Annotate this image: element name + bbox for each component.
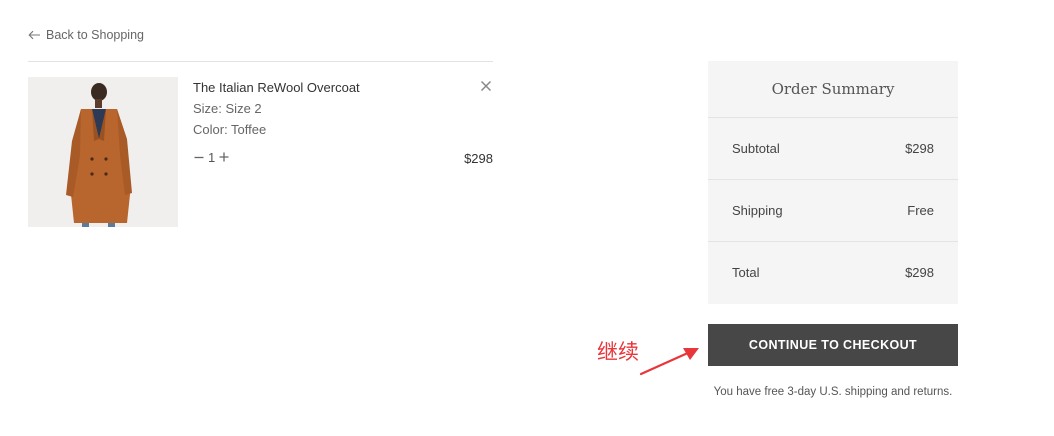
summary-row-shipping: Shipping Free xyxy=(708,180,958,242)
product-image[interactable] xyxy=(28,77,178,227)
back-to-shopping-link[interactable]: Back to Shopping xyxy=(28,27,144,43)
remove-item-button[interactable] xyxy=(479,79,493,93)
summary-row-subtotal: Subtotal $298 xyxy=(708,118,958,180)
quantity-value: 1 xyxy=(208,149,216,165)
annotation-arrow-icon xyxy=(639,348,699,376)
item-price: $298 xyxy=(464,151,493,166)
overcoat-photo-icon xyxy=(28,77,178,227)
total-label: Total xyxy=(732,265,760,280)
annotation-label: 继续 xyxy=(597,340,639,364)
free-shipping-note: You have free 3-day U.S. shipping and re… xyxy=(713,386,953,398)
summary-row-total: Total $298 xyxy=(708,242,958,303)
minus-icon xyxy=(194,156,204,159)
order-summary-title: Order Summary xyxy=(708,61,958,118)
item-color: Color: Toffee xyxy=(193,122,267,137)
close-icon xyxy=(480,80,492,92)
shipping-label: Shipping xyxy=(732,203,783,218)
continue-to-checkout-button[interactable]: CONTINUE TO CHECKOUT xyxy=(708,324,958,366)
shipping-value: Free xyxy=(907,203,934,218)
subtotal-label: Subtotal xyxy=(732,141,780,156)
item-name[interactable]: The Italian ReWool Overcoat xyxy=(193,80,360,95)
total-value: $298 xyxy=(905,265,934,280)
plus-icon xyxy=(219,152,229,162)
divider xyxy=(28,61,493,62)
quantity-stepper: 1 xyxy=(193,148,230,166)
subtotal-value: $298 xyxy=(905,141,934,156)
item-size: Size: Size 2 xyxy=(193,101,262,116)
back-link-label: Back to Shopping xyxy=(46,28,144,42)
order-summary: Order Summary Subtotal $298 Shipping Fre… xyxy=(708,61,958,304)
arrow-left-icon xyxy=(28,30,41,40)
decrease-quantity-button[interactable] xyxy=(193,149,205,165)
increase-quantity-button[interactable] xyxy=(218,149,230,165)
